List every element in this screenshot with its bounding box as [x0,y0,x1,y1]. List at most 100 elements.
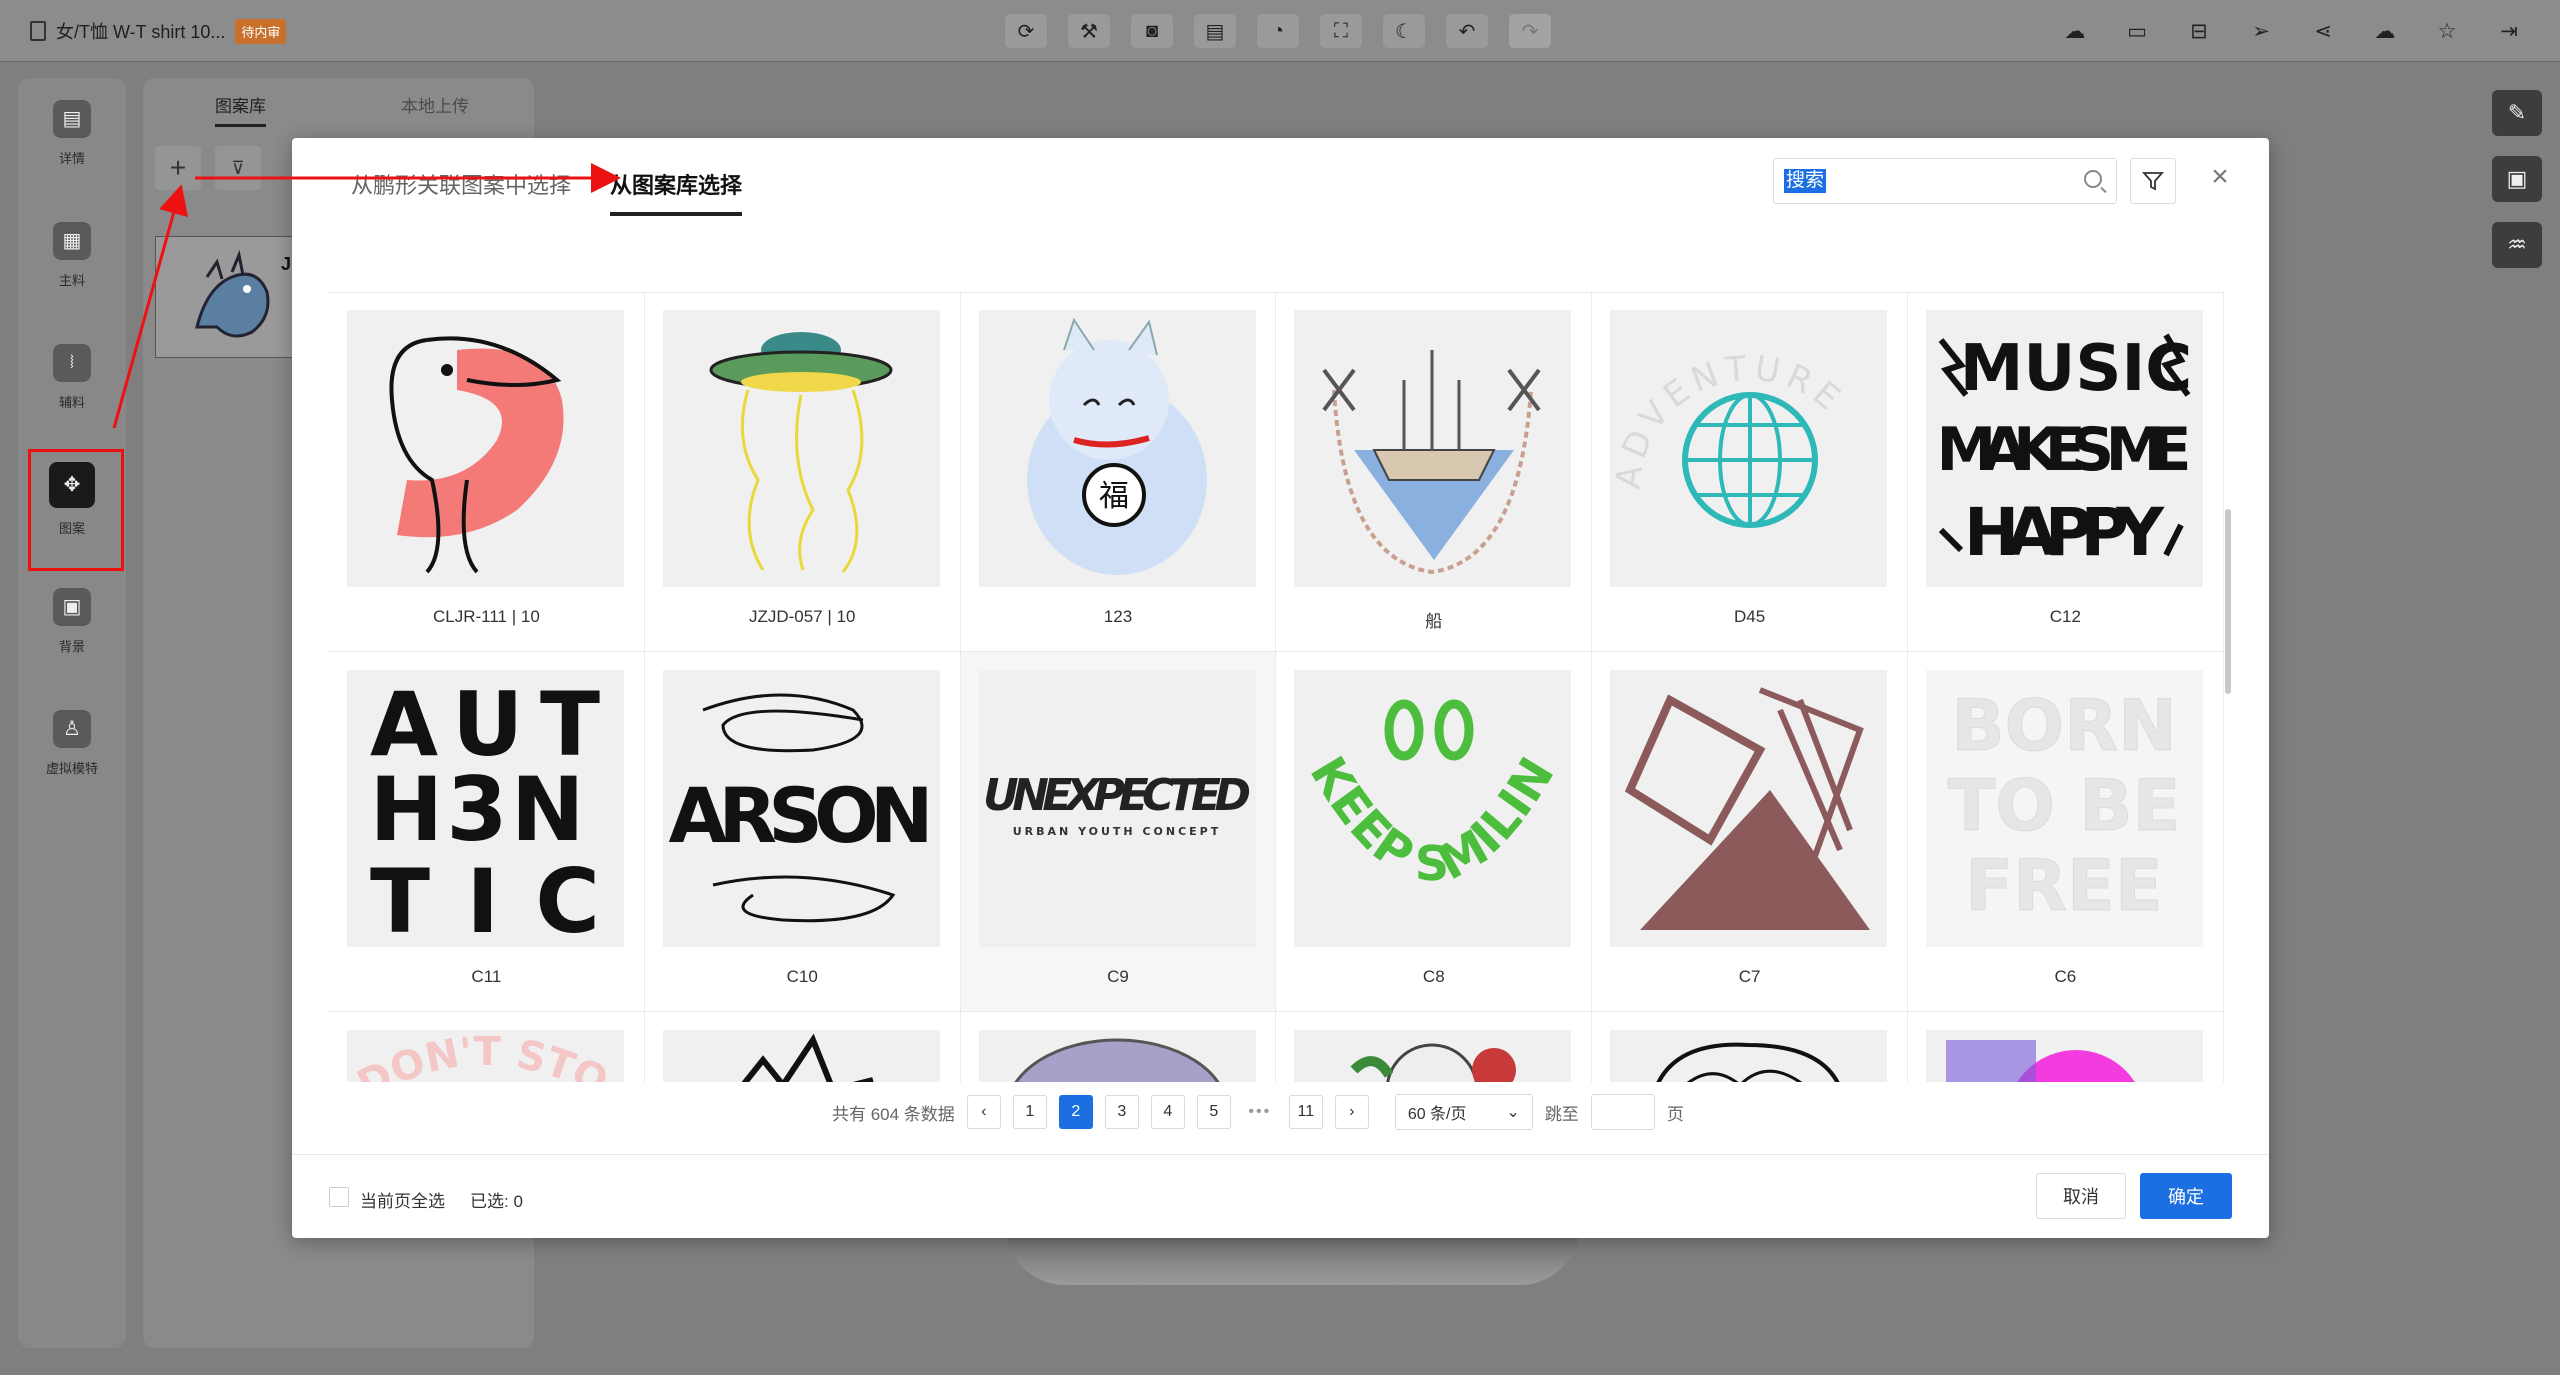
history-icon[interactable]: ◔ [1257,14,1299,48]
filter-icon [2142,172,2164,191]
camera-icon[interactable]: ◙ [1131,14,1173,48]
pattern-card[interactable] [961,1012,1277,1082]
page-size-select[interactable]: 60 条/页 ⌄ [1394,1094,1533,1130]
rail-item-fabric[interactable]: ▦ 主料 [18,200,126,310]
undo-icon[interactable]: ↶ [1446,14,1488,48]
pattern-card[interactable]: 福 123 [960,292,1277,652]
pattern-card[interactable]: 船 [1276,292,1593,652]
filter-button[interactable] [2130,158,2176,204]
pattern-card[interactable]: C7 [1592,652,1908,1012]
pattern-card[interactable]: KEEP SMILING C8 [1276,652,1593,1012]
pattern-label: CLJR-111 | 10 [433,607,540,626]
arson-text: ARSON [668,771,933,860]
select-all-checkbox[interactable] [329,1187,349,1207]
video-icon[interactable]: ▭ [2116,14,2158,48]
grid-scrollbar[interactable] [2225,509,2231,694]
rail-item-background[interactable]: ▣ 背景 [18,566,126,676]
confirm-button[interactable]: 确定 [2140,1173,2232,1219]
page-ellipsis[interactable]: ••• [1242,1095,1277,1129]
selected-count: 已选: 0 [470,1192,523,1211]
tab-pattern-library[interactable]: 图案库 [215,92,266,127]
tools-icon[interactable]: ⚒ [1068,14,1110,48]
pattern-card[interactable] [1908,1012,2224,1082]
music-text: MUSIC [1960,332,2193,406]
pattern-card[interactable]: AUT H3N TIC C11 [329,652,645,1012]
free-text: FREE [1965,845,2162,927]
pattern-image [662,1030,940,1082]
pattern-label: C8 [1422,967,1445,986]
page-button[interactable]: 3 [1104,1095,1139,1129]
pattern-label: C11 [471,967,502,986]
share-icon[interactable]: ⋖ [2302,14,2344,48]
pattern-image [662,310,940,587]
pattern-image: DON'T STOP [347,1030,624,1082]
pagination: 共有 604 条数据 ‹ 1 2 3 4 5 ••• 11 › 60 条/页 ⌄… [832,1094,1684,1130]
h3n-text: H3N [370,758,585,861]
flower-skull-art-icon [1350,1043,1517,1082]
to-be-text: TO BE [1948,765,2181,847]
dragon-art-icon [195,249,270,338]
rail-item-accessory[interactable]: ⧘ 辅料 [18,322,126,432]
pattern-image [347,310,624,587]
panel-filter-button[interactable]: ⊽ [215,146,261,190]
tab-local-upload[interactable]: 本地上传 [401,92,469,117]
eraser-icon[interactable]: ✎ [2492,90,2542,136]
brain-art-icon [1656,1042,1840,1082]
next-page-button[interactable]: › [1334,1095,1369,1129]
pattern-card[interactable] [645,1012,961,1082]
pattern-card[interactable]: JZJD-057 | 10 [644,292,961,652]
rotate-view-icon[interactable]: ⟳ [1005,14,1047,48]
star-icon[interactable]: ☆ [2426,14,2468,48]
search-box[interactable]: 搜索 [1773,158,2117,204]
pattern-card[interactable] [1276,1012,1593,1082]
tab-linked-patterns[interactable]: 从鹏形关联图案中选择 [351,168,571,200]
select-all-label[interactable]: 当前页全选 [360,1187,445,1212]
exit-icon[interactable]: ⇥ [2488,14,2530,48]
tab-from-pattern-library[interactable]: 从图案库选择 [610,168,743,216]
search-icon[interactable] [2084,170,2102,188]
prev-page-button[interactable]: ‹ [966,1095,1001,1129]
pattern-card[interactable]: CLJR-111 | 10 [329,292,645,652]
ufo-art-icon [709,332,893,573]
page-button-active[interactable]: 2 [1058,1095,1093,1129]
page-button[interactable]: 5 [1196,1095,1231,1129]
pattern-image [1294,1030,1572,1082]
send-icon[interactable]: ➢ [2240,14,2282,48]
inbox-icon[interactable]: ⊟ [2178,14,2220,48]
cloud-upload-icon[interactable]: ☁ [2054,14,2096,48]
fabric-icon: ▦ [53,221,91,260]
pattern-card[interactable] [1592,1012,1908,1082]
pattern-card[interactable]: MUSIC MAKES ME HAPPY C12 [1907,292,2224,652]
close-icon[interactable]: × [2205,160,2235,193]
scribble-art-icon [741,1033,874,1082]
pattern-image [1610,670,1888,947]
page-button[interactable]: 1 [1012,1095,1047,1129]
pattern-label: 船 [1425,612,1443,631]
export-document-icon[interactable]: ▤ [1194,14,1236,48]
pattern-card[interactable]: ARSON C10 [644,652,961,1012]
color-drops-icon[interactable]: ♒ [2492,222,2542,268]
page-button[interactable]: 4 [1150,1095,1185,1129]
cancel-button[interactable]: 取消 [2036,1173,2126,1219]
pattern-card[interactable]: BORN TO BE FREE C6 [1907,652,2224,1012]
redo-icon[interactable]: ↷ [1509,14,1551,48]
save-icon[interactable]: ▣ [2492,156,2542,202]
pattern-card[interactable]: DON'T STOP [329,1012,645,1082]
rail-item-detail[interactable]: ▤ 详情 [18,78,126,188]
page-button[interactable]: 11 [1288,1095,1323,1129]
jump-page-input[interactable] [1590,1094,1655,1130]
page-suffix: 页 [1666,1104,1684,1124]
pattern-card[interactable]: ADVENTURE D45 [1592,292,1908,652]
search-input[interactable]: 搜索 [1784,169,1827,193]
pattern-card[interactable]: UNEXPECTED URBAN YOUTH CONCEPT C9 [960,652,1277,1012]
add-pattern-button[interactable]: + [155,146,201,190]
ship-art-icon [1322,350,1541,575]
pattern-label: C9 [1107,967,1129,986]
statue-art-icon [1014,1038,1220,1082]
fullscreen-icon[interactable]: ⛶ [1320,14,1362,48]
cloud-settings-icon[interactable]: ☁ [2364,14,2406,48]
night-mode-icon[interactable]: ☾ [1383,14,1425,48]
rail-item-virtual-model[interactable]: ♙ 虚拟模特 [18,688,126,798]
top-toolbar: 女/T恤 W-T shirt 10... 待内审 ⟳ ⚒ ◙ ▤ ◔ ⛶ ☾ ↶… [0,0,2560,62]
born-free-art-icon: BORN TO BE FREE [1925,670,2203,947]
